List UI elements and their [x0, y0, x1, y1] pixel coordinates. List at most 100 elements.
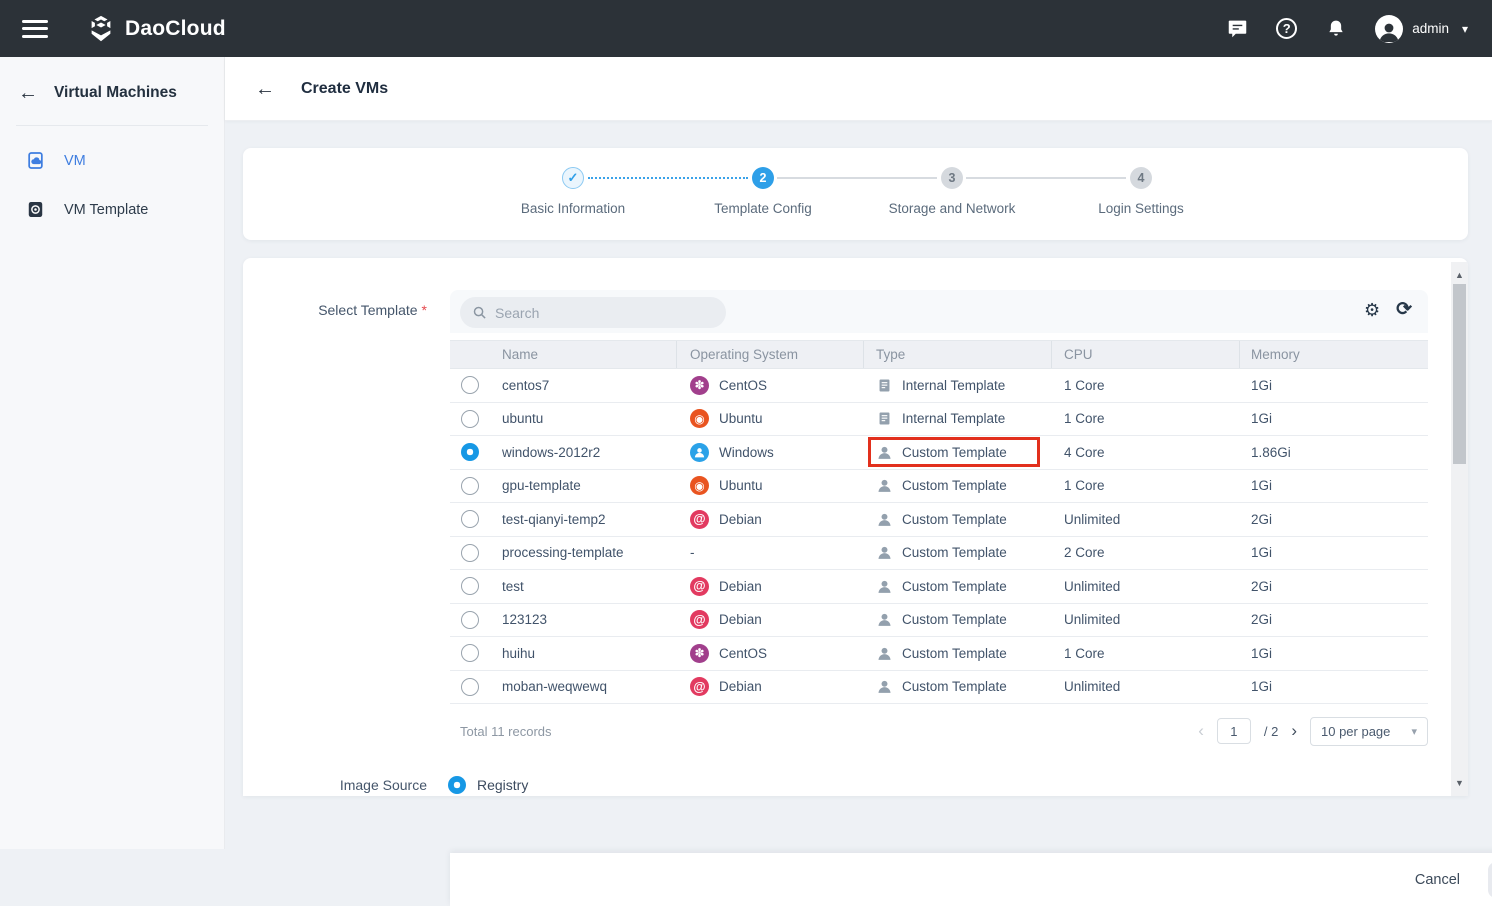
avatar [1375, 15, 1403, 43]
notification-bell-icon[interactable] [1325, 18, 1347, 40]
page-size-select[interactable]: 10 per page ▾ [1310, 717, 1428, 746]
memory-cell: 1Gi [1240, 403, 1428, 436]
cancel-button[interactable]: Cancel [1415, 872, 1460, 888]
template-name: test-qianyi-temp2 [502, 512, 606, 527]
previous-button[interactable]: Previous [1488, 862, 1492, 898]
table-row[interactable]: centos7✽CentOSInternal Template1 Core1Gi [450, 369, 1428, 403]
image-source-label: Image Source [243, 777, 427, 793]
hamburger-menu-icon[interactable] [22, 20, 48, 38]
required-asterisk: * [422, 302, 427, 318]
table-row[interactable]: test-qianyi-temp2@DebianCustom TemplateU… [450, 503, 1428, 537]
table-row[interactable]: ubuntu◉UbuntuInternal Template1 Core1Gi [450, 403, 1428, 437]
custom-template-icon [876, 444, 893, 461]
type-cell: Custom Template [864, 671, 1052, 704]
chevron-down-icon: ▾ [1411, 725, 1417, 738]
cpu-cell: 4 Core [1052, 436, 1240, 469]
row-radio[interactable] [461, 443, 479, 461]
cpu-cell: 1 Core [1052, 403, 1240, 436]
sidebar-back-icon[interactable]: ← [18, 83, 38, 103]
template-name-cell: windows-2012r2 [450, 436, 677, 469]
search-icon [472, 305, 487, 320]
scroll-up-icon[interactable]: ▲ [1451, 268, 1468, 282]
page-back-icon[interactable]: ← [255, 79, 275, 99]
table-row[interactable]: gpu-template◉UbuntuCustom Template1 Core… [450, 470, 1428, 504]
os-name: Debian [719, 679, 762, 694]
template-name: test [502, 579, 524, 594]
table-row[interactable]: huihu✽CentOSCustom Template1 Core1Gi [450, 637, 1428, 671]
table-footer: Total 11 records ‹ / 2 › 10 per page ▾ [450, 710, 1428, 752]
row-radio[interactable] [461, 611, 479, 629]
daocloud-logo-icon [86, 14, 116, 44]
template-name-cell: huihu [450, 637, 677, 670]
message-icon[interactable] [1226, 18, 1248, 40]
search-input[interactable] [495, 305, 695, 321]
custom-template-icon [876, 678, 893, 695]
centos-os-icon: ✽ [690, 376, 709, 395]
column-header-os: Operating System [677, 341, 864, 368]
row-radio[interactable] [461, 410, 479, 428]
type-cell: Custom Template [864, 570, 1052, 603]
total-records: Total 11 records [450, 724, 552, 739]
image-source-row: Image Source Registry [243, 774, 1468, 796]
brand-name: DaoCloud [125, 17, 226, 41]
os-cell: ✽CentOS [677, 369, 864, 402]
row-radio[interactable] [461, 644, 479, 662]
row-radio[interactable] [461, 477, 479, 495]
windows-os-icon [690, 443, 709, 462]
type-label: Custom Template [902, 579, 1007, 594]
os-cell: ◉Ubuntu [677, 470, 864, 503]
row-radio[interactable] [461, 544, 479, 562]
os-cell: @Debian [677, 604, 864, 637]
custom-template-icon [876, 477, 893, 494]
help-icon[interactable]: ? [1276, 18, 1297, 39]
type-label: Custom Template [902, 679, 1007, 694]
page-size-value: 10 per page [1321, 724, 1390, 739]
step-number: 3 [941, 167, 963, 189]
row-radio[interactable] [461, 577, 479, 595]
template-name-cell: ubuntu [450, 403, 677, 436]
cpu-cell: 1 Core [1052, 470, 1240, 503]
os-name: Windows [719, 445, 774, 460]
template-name-cell: processing-template [450, 537, 677, 570]
os-cell: @Debian [677, 570, 864, 603]
table-row[interactable]: moban-weqwewq@DebianCustom TemplateUnlim… [450, 671, 1428, 705]
sidebar-item-vm-template[interactable]: VM Template [0, 185, 224, 234]
chevron-down-icon: ▾ [1462, 22, 1468, 36]
scrollbar-thumb[interactable] [1453, 284, 1466, 464]
scroll-down-icon[interactable]: ▼ [1451, 776, 1468, 790]
vertical-scrollbar[interactable]: ▲ ▼ [1451, 262, 1468, 796]
settings-gear-icon[interactable]: ⚙ [1364, 301, 1380, 319]
table-row[interactable]: 123123@DebianCustom TemplateUnlimited2Gi [450, 604, 1428, 638]
custom-template-icon [876, 544, 893, 561]
row-radio[interactable] [461, 510, 479, 528]
step-label: Template Config [683, 201, 843, 216]
page-number-input[interactable] [1217, 718, 1251, 744]
page-header: ← Create VMs [225, 57, 1492, 121]
type-cell: Custom Template [864, 637, 1052, 670]
registry-radio[interactable] [448, 776, 466, 794]
column-header-memory: Memory [1240, 341, 1428, 368]
previous-page-icon[interactable]: ‹ [1198, 721, 1204, 741]
next-page-icon[interactable]: › [1291, 721, 1297, 741]
step-template-config: 2 Template Config [683, 167, 843, 216]
memory-cell: 2Gi [1240, 570, 1428, 603]
type-cell: Custom Template [864, 436, 1052, 469]
type-label: Custom Template [902, 646, 1007, 661]
step-login-settings: 4 Login Settings [1061, 167, 1221, 216]
custom-template-icon [876, 645, 893, 662]
sidebar-item-label: VM Template [64, 202, 148, 218]
table-row[interactable]: windows-2012r2 Windows Custom Template4 Co… [450, 436, 1428, 470]
row-radio[interactable] [461, 678, 479, 696]
os-name: - [690, 545, 695, 560]
refresh-icon[interactable]: ⟳ [1396, 300, 1412, 319]
step-storage-and-network: 3 Storage and Network [872, 167, 1032, 216]
step-label: Storage and Network [872, 201, 1032, 216]
sidebar-item-vm[interactable]: VM [0, 136, 224, 185]
sidebar-title: Virtual Machines [54, 84, 177, 102]
table-toolbar: ⚙ ⟳ [450, 290, 1428, 333]
user-menu[interactable]: admin ▾ [1375, 15, 1468, 43]
row-radio[interactable] [461, 376, 479, 394]
table-row[interactable]: processing-template-Custom Template2 Cor… [450, 537, 1428, 571]
table-row[interactable]: test@DebianCustom TemplateUnlimited2Gi [450, 570, 1428, 604]
cpu-cell: 1 Core [1052, 369, 1240, 402]
